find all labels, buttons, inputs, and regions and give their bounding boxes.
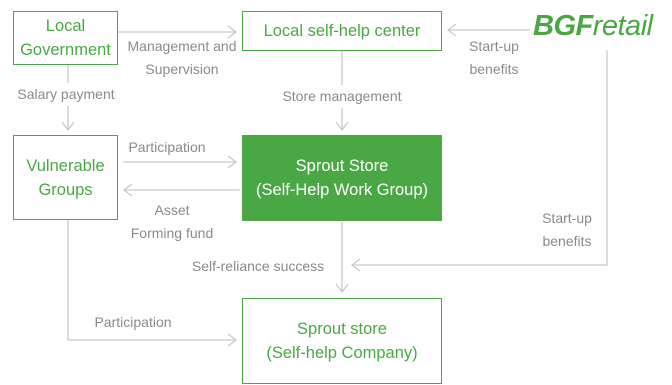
- self-help-center-box: Local self-help center: [242, 11, 442, 51]
- local-government-box: Local Government: [13, 11, 118, 65]
- bgf-retail-logo: BGFretail: [533, 8, 653, 44]
- participation-bottom-label: Participation: [94, 314, 172, 330]
- logo-rest-text: retail: [592, 10, 653, 42]
- arrow-store-to-company: [335, 222, 349, 294]
- participation-top-label: Participation: [128, 139, 206, 155]
- vulnerable-groups-label: Vulnerable Groups: [26, 156, 105, 199]
- salary-payment-label: Salary payment: [10, 83, 122, 106]
- local-government-label: Local Government: [20, 17, 111, 59]
- sprout-store-company-label: Sprout store (Self-help Company): [266, 320, 418, 362]
- startup-benefits-right-label: Start-up benefits: [542, 210, 592, 249]
- arrow-store-to-groups: [122, 183, 240, 197]
- self-reliance-success-label: Self-reliance success: [184, 255, 332, 278]
- store-management-label: Store management: [272, 85, 412, 108]
- vulnerable-groups-box: Vulnerable Groups: [13, 135, 118, 220]
- sprout-store-work-group-label: Sprout Store (Self-Help Work Group): [255, 157, 429, 199]
- logo-bold-text: BGF: [533, 10, 593, 42]
- sprout-store-work-group-box: Sprout Store (Self-Help Work Group): [242, 135, 442, 221]
- self-help-center-label: Local self-help center: [263, 22, 421, 40]
- flow-diagram: BGFretail Local Government Local self-he…: [0, 0, 672, 385]
- sprout-store-company-box: Sprout store (Self-help Company): [242, 298, 442, 384]
- startup-benefits-top-label: Start-up benefits: [469, 38, 519, 77]
- asset-forming-fund-label: Asset Forming fund: [130, 202, 214, 241]
- management-supervision-label: Management and Supervision: [127, 38, 237, 77]
